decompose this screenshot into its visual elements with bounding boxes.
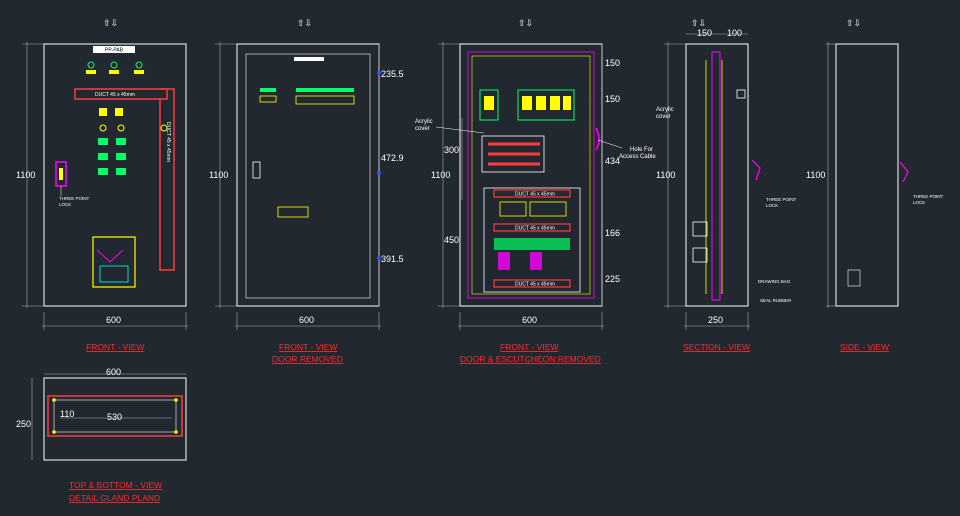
dimension-label: 150 bbox=[697, 28, 712, 38]
lock-label: THREE POINT bbox=[59, 196, 90, 201]
width-dimension: 600 bbox=[106, 315, 121, 325]
acrylic-label: cover bbox=[415, 126, 430, 132]
dimension-label: 166 bbox=[605, 228, 620, 238]
hole-label: Access Cable bbox=[619, 154, 656, 160]
acrylic-label: cover bbox=[656, 114, 671, 120]
duct-label: DUCT 45 x 45mm bbox=[515, 226, 555, 232]
duct-label: DUCT 45 x 45mm bbox=[515, 282, 555, 288]
height-dimension: 1100 bbox=[656, 170, 675, 180]
cable-access-hole bbox=[595, 127, 600, 151]
height-dimension: 1100 bbox=[431, 170, 450, 180]
terminal-block bbox=[277, 206, 309, 218]
escutcheon-removed-view: 1100 600 300 450 150 150 434 166 225 Acr… bbox=[415, 42, 656, 364]
cable-duct-vertical bbox=[159, 88, 175, 271]
dimension-label: 150 bbox=[605, 94, 620, 104]
top-arrow-symbol: ⇧⇩ bbox=[691, 18, 706, 28]
acrylic-label: Acrylic bbox=[415, 119, 433, 125]
door-removed-view: 1100 600 235.5 472.9 391.5 FRONT - VIEW … bbox=[209, 42, 404, 364]
view-title: DOOR & ESCUTCHEON REMOVED bbox=[460, 354, 601, 364]
dimension-label: 225 bbox=[605, 274, 620, 284]
seal-rubber-label: SEAL RUBBER bbox=[760, 298, 792, 303]
door-handle bbox=[252, 161, 261, 179]
lock-label: LOCK bbox=[766, 203, 778, 208]
lock-label: LOCK bbox=[59, 202, 71, 207]
dimension-label: 450 bbox=[444, 235, 459, 245]
view-title: FRONT - VIEW bbox=[500, 342, 558, 352]
top-arrow-symbol: ⇧⇩ bbox=[518, 18, 533, 28]
width-dimension: 600 bbox=[106, 367, 121, 377]
pilot-lamps bbox=[86, 61, 144, 74]
view-title: SECTION - VIEW bbox=[683, 342, 750, 352]
duct-vertical-label: DUCT 45 x 45mm bbox=[165, 122, 171, 162]
width-dimension: 250 bbox=[708, 315, 723, 325]
main-breakers bbox=[479, 89, 575, 121]
gland-plate bbox=[92, 236, 136, 288]
offset-dimension: 110 bbox=[60, 409, 74, 419]
dimension-label: 150 bbox=[605, 58, 620, 68]
breaker-group bbox=[98, 108, 168, 175]
dimension-label: 300 bbox=[444, 145, 459, 155]
dimension-label: 235.5 bbox=[381, 69, 404, 79]
top-arrow-symbol: ⇧⇩ bbox=[103, 18, 118, 28]
top-arrow-symbol: ⇧⇩ bbox=[297, 18, 312, 28]
depth-dimension: 250 bbox=[16, 419, 31, 429]
dimension-label: 472.9 bbox=[381, 153, 404, 163]
top-arrow-symbol: ⇧⇩ bbox=[846, 18, 861, 28]
front-view: 1100 600 PP-PAB DUCT 45 x 45mm DUCT 45 x… bbox=[16, 42, 188, 352]
dimension-label: 100 bbox=[727, 28, 742, 38]
dimension-label: 434 bbox=[605, 156, 620, 166]
view-title: FRONT - VIEW bbox=[86, 342, 144, 352]
duct-label: DUCT 45 x 45mm bbox=[95, 92, 135, 98]
lock-label: LOCK bbox=[913, 200, 925, 205]
three-point-lock bbox=[899, 161, 909, 183]
panel-label: PP-PAB bbox=[105, 48, 124, 54]
width-dimension: 600 bbox=[522, 315, 537, 325]
height-dimension: 1100 bbox=[806, 170, 825, 180]
height-dimension: 1100 bbox=[16, 170, 35, 180]
side-outline bbox=[835, 43, 899, 307]
drawing-bag-label: DRAWING BAG bbox=[758, 279, 791, 284]
section-view: 150 100 1100 250 Acrylic cover THREE POI… bbox=[656, 28, 797, 352]
height-dimension: 1100 bbox=[209, 170, 228, 180]
lock-label: THREE POINT bbox=[766, 197, 797, 202]
inner-dimension: 530 bbox=[107, 412, 122, 422]
dimension-label: 391.5 bbox=[381, 254, 404, 264]
view-title: DOOR REMOVED bbox=[272, 354, 343, 364]
acrylic-label: Acrylic bbox=[656, 107, 674, 113]
hole-label: Hole For bbox=[630, 147, 653, 153]
view-title: FRONT - VIEW bbox=[279, 342, 337, 352]
view-title: TOP & BOTTOM - VIEW bbox=[69, 480, 162, 490]
three-point-lock bbox=[751, 159, 761, 181]
width-dimension: 600 bbox=[299, 315, 314, 325]
mounting-plate bbox=[711, 51, 721, 301]
section-outline bbox=[685, 43, 749, 307]
cad-drawing-sheet: ⇧⇩ ⇧⇩ ⇧⇩ ⇧⇩ ⇧⇩ 1100 600 PP-PAB DUCT 45 x… bbox=[16, 18, 944, 503]
cabinet-outline bbox=[236, 43, 380, 307]
side-view: 1100 THREE POINT LOCK SIDE - VIEW bbox=[806, 42, 944, 352]
lock-label: THREE POINT bbox=[913, 194, 944, 199]
view-title: SIDE - VIEW bbox=[840, 342, 889, 352]
view-title: DETAIL GLAND PLAND bbox=[69, 493, 160, 503]
duct-label: DUCT 45 x 45mm bbox=[515, 192, 555, 198]
top-bottom-view: 600 250 530 110 TOP & BOTTOM - VIEW DETA… bbox=[16, 367, 187, 503]
vent-louver bbox=[847, 269, 861, 287]
